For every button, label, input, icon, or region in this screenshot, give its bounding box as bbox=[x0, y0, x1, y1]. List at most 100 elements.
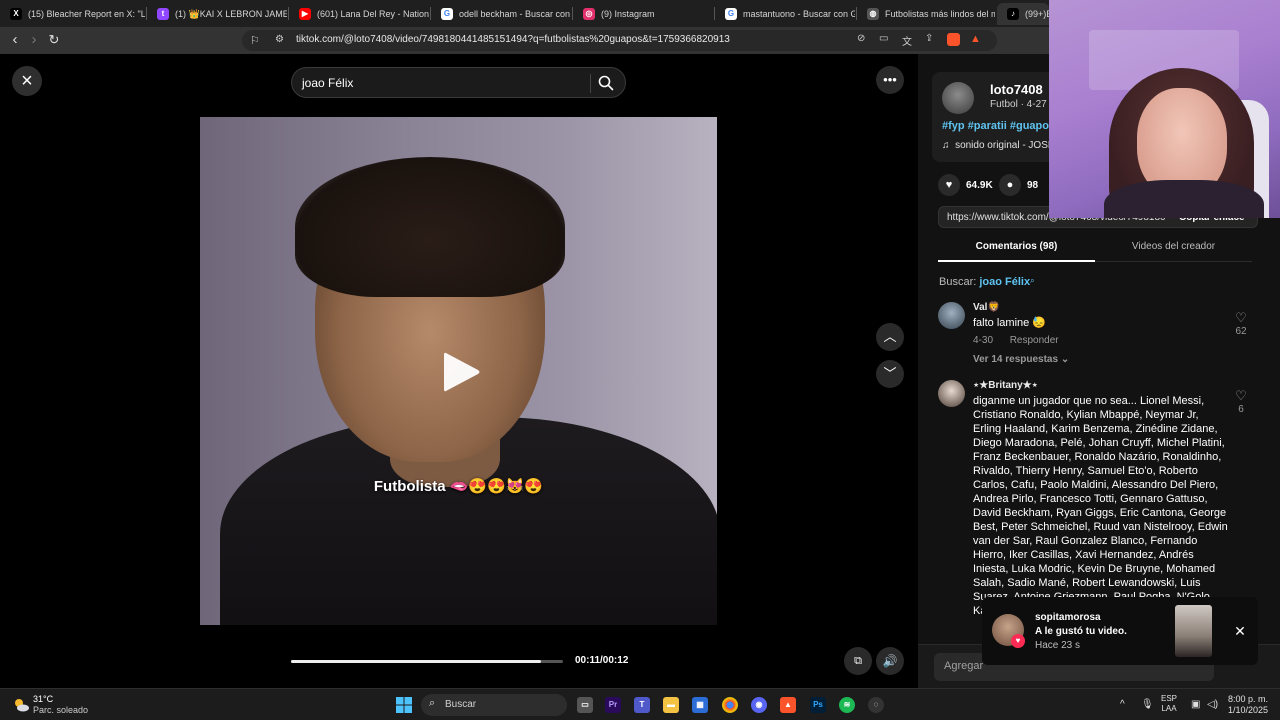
volume-icon: 🔊 bbox=[882, 654, 898, 668]
photoshop-icon[interactable]: Ps bbox=[810, 697, 826, 713]
brave-icon[interactable]: ▲ bbox=[780, 697, 796, 713]
back-icon[interactable]: ‹ bbox=[6, 31, 24, 49]
comment-icon: ● bbox=[999, 174, 1021, 196]
brave-shield-icon[interactable] bbox=[947, 33, 960, 46]
browser-tab[interactable]: t (1) 👑KAI X LEBRON JAMES👑 bbox=[147, 3, 287, 25]
comment-like[interactable]: ♡ 6 bbox=[1230, 388, 1252, 415]
translate-icon[interactable]: 文 bbox=[902, 33, 912, 48]
tab-label: (15) Bleacher Report en X: "LEB bbox=[28, 9, 145, 19]
discord-icon[interactable]: ◉ bbox=[751, 697, 767, 713]
close-icon[interactable]: ✕ bbox=[1233, 624, 1247, 638]
browser-tab[interactable]: G mastantuono - Buscar con Goo bbox=[715, 3, 855, 25]
bookmark-icon[interactable]: ⚐ bbox=[250, 34, 260, 47]
microphone-icon[interactable]: 🎙 bbox=[1141, 699, 1154, 710]
tab-comments[interactable]: Comentarios (98) bbox=[938, 241, 1095, 252]
comment-date: 4-30 bbox=[973, 335, 994, 346]
globe-icon: ◍ bbox=[867, 8, 879, 20]
teams-icon[interactable]: T bbox=[634, 697, 650, 713]
video-caption: Futbolista 🫦😍😍😻😍 bbox=[373, 478, 544, 495]
notification-time: Hace 23 s bbox=[1035, 640, 1081, 651]
more-options-button[interactable]: ••• bbox=[876, 66, 904, 94]
app-icon[interactable]: ◌ bbox=[868, 697, 884, 713]
search-bar[interactable]: joao Félix bbox=[291, 67, 626, 98]
clock-time: 8:00 p. m. bbox=[1227, 694, 1268, 704]
sound-row[interactable]: ♫ sonido original - JOSE bbox=[942, 140, 1055, 151]
volume-button[interactable]: 🔊 bbox=[876, 647, 904, 675]
heart-outline-icon: ♡ bbox=[1235, 310, 1247, 325]
panel-tabs: Comentarios (98) Videos del creador bbox=[938, 235, 1252, 262]
keyboard-layout: LAA bbox=[1161, 704, 1177, 713]
pip-button[interactable]: ⧉ bbox=[844, 647, 872, 675]
x-icon: X bbox=[10, 8, 22, 20]
progress-fill bbox=[291, 660, 542, 663]
notification-thumbnail bbox=[1175, 605, 1212, 657]
language-indicator[interactable]: ESP LAA bbox=[1161, 694, 1177, 714]
browser-tab-active[interactable]: ♪ (99+)En bbox=[997, 3, 1049, 25]
windows-start-icon[interactable] bbox=[396, 697, 412, 713]
comment-like[interactable]: ♡ 62 bbox=[1230, 310, 1252, 337]
search-input[interactable]: joao Félix bbox=[302, 76, 353, 90]
brave-rewards-icon[interactable]: ▲ bbox=[970, 33, 983, 46]
clock[interactable]: 8:00 p. m. 1/10/2025 bbox=[1222, 694, 1268, 716]
file-explorer-icon[interactable]: ▬ bbox=[663, 697, 679, 713]
browser-tab[interactable]: G odell beckham - Buscar con Go bbox=[431, 3, 571, 25]
search-icon[interactable] bbox=[597, 74, 615, 92]
like-notification[interactable]: ♥ sopitamorosa A le gustó tu video. Hace… bbox=[982, 597, 1258, 665]
author-name[interactable]: loto7408 bbox=[990, 82, 1043, 97]
progress-bar[interactable] bbox=[291, 660, 563, 663]
chevron-up-icon[interactable]: ^ bbox=[1120, 699, 1125, 710]
view-replies-button[interactable]: Ver 14 respuestas ⌄ bbox=[973, 354, 1069, 365]
music-note-icon: ♫ bbox=[942, 140, 956, 151]
search-hint-query[interactable]: joao Félix bbox=[979, 276, 1030, 288]
tab-label: (99+)En bbox=[1025, 9, 1049, 19]
comment-avatar[interactable] bbox=[938, 302, 965, 329]
share-icon[interactable]: ⇪ bbox=[925, 33, 933, 44]
comment-like-count: 62 bbox=[1235, 326, 1247, 337]
chrome-icon[interactable] bbox=[722, 697, 738, 713]
hashtags[interactable]: #fyp #paratii #guapo bbox=[942, 120, 1049, 132]
clock-date: 1/10/2025 bbox=[1227, 705, 1268, 715]
like-stat[interactable]: ♥ 64.9K bbox=[938, 174, 993, 196]
previous-video-button[interactable]: ︿ bbox=[876, 323, 904, 351]
tab-label: Futbolistas más lindos del mu bbox=[885, 9, 995, 19]
speaker-icon[interactable]: ◁) bbox=[1207, 699, 1218, 710]
close-viewer-button[interactable]: × bbox=[12, 66, 42, 96]
comment-username[interactable]: ⋆★Britany★⋆ bbox=[973, 380, 1038, 391]
comment-text: falto lamine 😓 bbox=[973, 317, 1047, 329]
next-video-button[interactable]: ﹀ bbox=[876, 360, 904, 388]
taskbar-search-placeholder: Buscar bbox=[445, 699, 477, 710]
heart-outline-icon: ♡ bbox=[1235, 388, 1247, 403]
no-tracking-icon[interactable]: ⊘ bbox=[857, 33, 865, 44]
comment-avatar[interactable] bbox=[938, 380, 965, 407]
browser-tab[interactable]: ◎ (9) Instagram bbox=[573, 3, 713, 25]
add-comment-placeholder: Agregar bbox=[944, 660, 984, 672]
taskbar: 31°C Parc. soleado ⌕ Buscar ▭ Pr T ▬ ▦ ◉… bbox=[0, 688, 1280, 720]
address-bar[interactable]: ⚐ ⚙ tiktok.com/@loto7408/video/749818044… bbox=[242, 30, 997, 51]
browser-tab[interactable]: ▶ (601) Lana Del Rey - National A bbox=[289, 3, 429, 25]
spotify-icon[interactable]: ≋ bbox=[839, 697, 855, 713]
weather-temp: 31°C bbox=[33, 694, 54, 704]
comment-username[interactable]: Val🦁 bbox=[973, 302, 1000, 313]
browser-tab[interactable]: X (15) Bleacher Report en X: "LEB bbox=[0, 3, 145, 25]
comment-stat[interactable]: ● 98 bbox=[999, 174, 1038, 196]
store-icon[interactable]: ▦ bbox=[692, 697, 708, 713]
author-avatar[interactable] bbox=[942, 82, 974, 114]
premiere-icon[interactable]: Pr bbox=[605, 697, 621, 713]
task-view-icon[interactable]: ▭ bbox=[577, 697, 593, 713]
video-player[interactable]: Futbolista 🫦😍😍😻😍 bbox=[200, 117, 717, 625]
forward-icon[interactable]: › bbox=[25, 31, 43, 49]
comment-meta: 4-30 Responder bbox=[973, 335, 1059, 346]
network-icon[interactable]: ▣ bbox=[1191, 699, 1200, 710]
reader-icon[interactable]: ▭ bbox=[879, 33, 888, 44]
video-time: 00:11/00:12 bbox=[575, 655, 629, 666]
reload-icon[interactable]: ↻ bbox=[45, 31, 63, 49]
tab-creator-videos[interactable]: Videos del creador bbox=[1095, 241, 1252, 252]
site-info-icon[interactable]: ⚙ bbox=[275, 34, 284, 45]
taskbar-search[interactable]: ⌕ Buscar bbox=[421, 694, 567, 716]
heart-icon: ♥ bbox=[938, 174, 960, 196]
heart-badge-icon: ♥ bbox=[1011, 634, 1025, 648]
search-icon: ⌕ bbox=[429, 697, 436, 709]
browser-tab[interactable]: ◍ Futbolistas más lindos del mu bbox=[857, 3, 995, 25]
play-icon[interactable] bbox=[440, 349, 482, 395]
reply-button[interactable]: Responder bbox=[1010, 335, 1059, 346]
